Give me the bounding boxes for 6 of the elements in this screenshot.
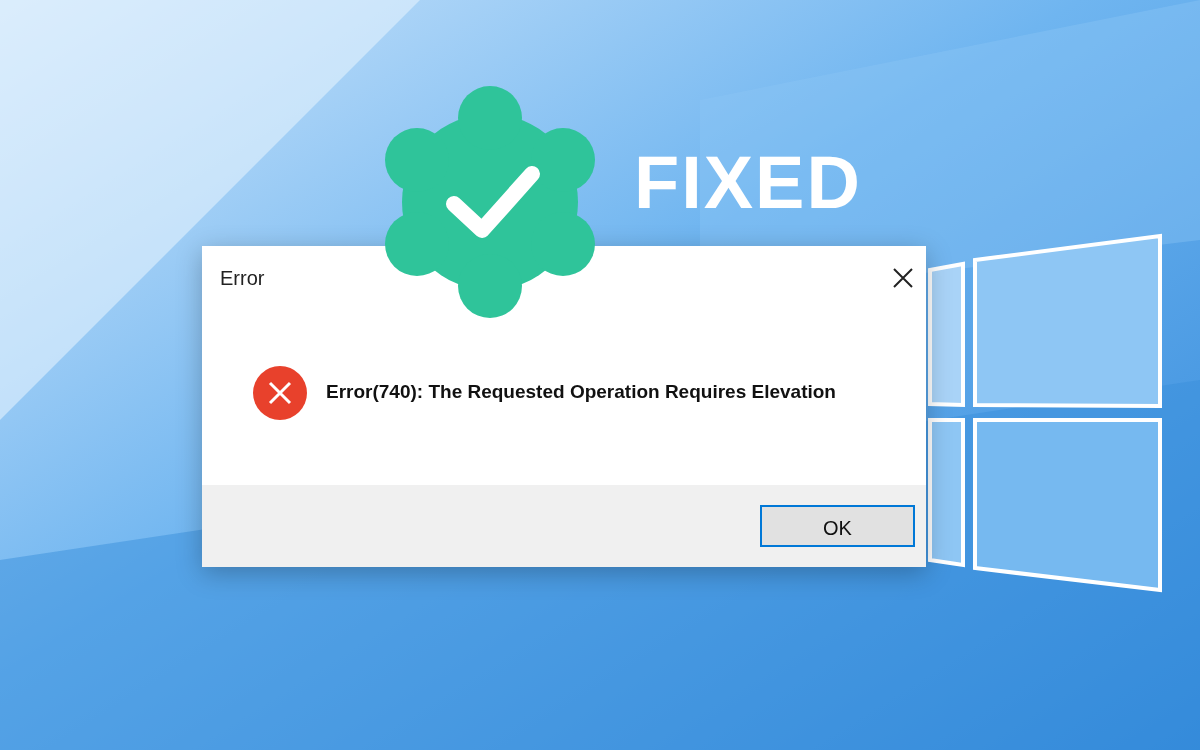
ok-button[interactable]: OK xyxy=(760,505,915,547)
error-message: Error(740): The Requested Operation Requires Elevation xyxy=(326,380,836,405)
error-icon xyxy=(252,364,308,421)
dialog-title: Error xyxy=(220,266,265,291)
close-icon[interactable] xyxy=(892,267,914,289)
fixed-heading: FIXED xyxy=(634,146,862,220)
